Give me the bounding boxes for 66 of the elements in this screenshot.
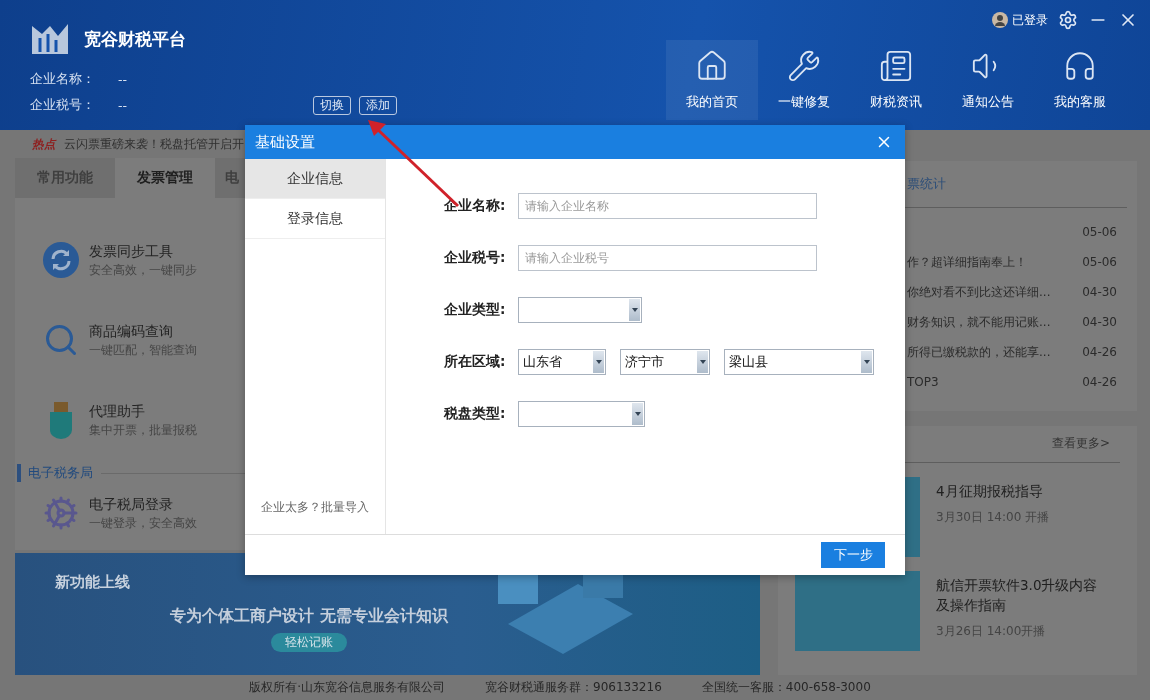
settings-icon[interactable]: [1058, 10, 1078, 30]
nav-item[interactable]: 一键修复: [758, 40, 850, 120]
footer-text: 宽谷财税通服务群：906133216: [485, 679, 662, 696]
news-title[interactable]: TOP3: [907, 375, 939, 389]
sidebar-item[interactable]: 企业信息: [245, 159, 385, 199]
newspaper-icon: [879, 49, 913, 83]
footer-text: 版权所有·山东宽谷信息服务有限公司: [249, 679, 446, 696]
info-label: 企业名称：: [30, 70, 96, 88]
news-date: 04-26: [1082, 345, 1117, 359]
field-label: 税盘类型:: [444, 405, 507, 423]
news-date: 05-06: [1082, 225, 1117, 239]
live-title[interactable]: 航信开票软件3.0升级内容及操作指南: [936, 574, 1106, 615]
tab[interactable]: 发票管理: [115, 158, 215, 198]
section-title: 电子税务局: [17, 464, 93, 482]
card-title[interactable]: 票统计: [907, 175, 946, 193]
avatar-icon: [992, 12, 1008, 28]
news-title[interactable]: 作？超详细指南奉上！: [907, 253, 1027, 271]
app-title: 宽谷财税平台: [84, 27, 186, 51]
field-label: 企业类型:: [444, 301, 507, 319]
headset-icon: [1063, 49, 1097, 83]
thumbnail-placeholder[interactable]: [795, 570, 920, 651]
nav-item[interactable]: 我的首页: [666, 40, 758, 120]
dropdown[interactable]: 山东省: [518, 349, 606, 375]
news-title[interactable]: 财务知识，就不能用记账...: [907, 313, 1051, 331]
nav-item[interactable]: 我的客服: [1034, 40, 1126, 120]
sidebar-item[interactable]: 登录信息: [245, 199, 385, 239]
info-value: --: [118, 71, 128, 87]
hot-news-text[interactable]: 云闪票重磅来袭！税盘托管开启开: [64, 136, 244, 152]
tool-title[interactable]: 商品编码查询: [89, 322, 197, 341]
hot-tag: 热点: [32, 136, 56, 152]
input-field[interactable]: 请输入企业税号: [518, 245, 817, 271]
news-title[interactable]: 你绝对看不到比这还详细...: [907, 283, 1051, 301]
user-status[interactable]: 已登录: [992, 11, 1048, 29]
sync-icon: [43, 242, 79, 278]
input-field[interactable]: 请输入企业名称: [518, 193, 817, 219]
batch-import-link[interactable]: 企业太多？批量导入: [245, 499, 385, 516]
info-label: 企业税号：: [30, 96, 96, 114]
banner-button[interactable]: 轻松记账: [270, 633, 347, 652]
tool-title[interactable]: 发票同步工具: [89, 242, 197, 261]
dropdown[interactable]: 梁山县: [724, 349, 874, 375]
live-title[interactable]: 4月征期报税指导: [936, 480, 1106, 501]
view-more-link[interactable]: 查看更多>: [1051, 435, 1110, 452]
news-title[interactable]: 所得已缴税款的，还能享...: [907, 343, 1051, 361]
header-button[interactable]: 添加: [359, 95, 398, 115]
next-button[interactable]: 下一步: [821, 542, 885, 568]
search-icon: [43, 322, 79, 358]
field-label: 所在区域:: [444, 353, 507, 371]
dropdown[interactable]: 济宁市: [620, 349, 710, 375]
dialog-title: 基础设置: [255, 132, 315, 152]
info-value: --: [118, 97, 128, 113]
banner-label: 新功能上线: [55, 573, 130, 592]
wrench-icon: [787, 49, 821, 83]
news-date: 05-06: [1082, 255, 1117, 269]
nav-item[interactable]: 财税资讯: [850, 40, 942, 120]
gear-icon: [43, 495, 79, 531]
field-label: 企业税号:: [444, 249, 507, 267]
header-button[interactable]: 切换: [313, 95, 352, 115]
news-date: 04-30: [1082, 315, 1117, 329]
nav-item[interactable]: 通知公告: [942, 40, 1034, 120]
tool-title[interactable]: 电子税局登录: [89, 495, 197, 514]
banner-slogan: 专为个体工商户设计 无需专业会计知识: [170, 606, 448, 627]
footer-text: 全国统一客服：400-658-3000: [701, 679, 871, 696]
news-date: 04-30: [1082, 285, 1117, 299]
tool-title[interactable]: 代理助手: [89, 402, 197, 421]
home-icon: [695, 49, 729, 83]
news-date: 04-26: [1082, 375, 1117, 389]
